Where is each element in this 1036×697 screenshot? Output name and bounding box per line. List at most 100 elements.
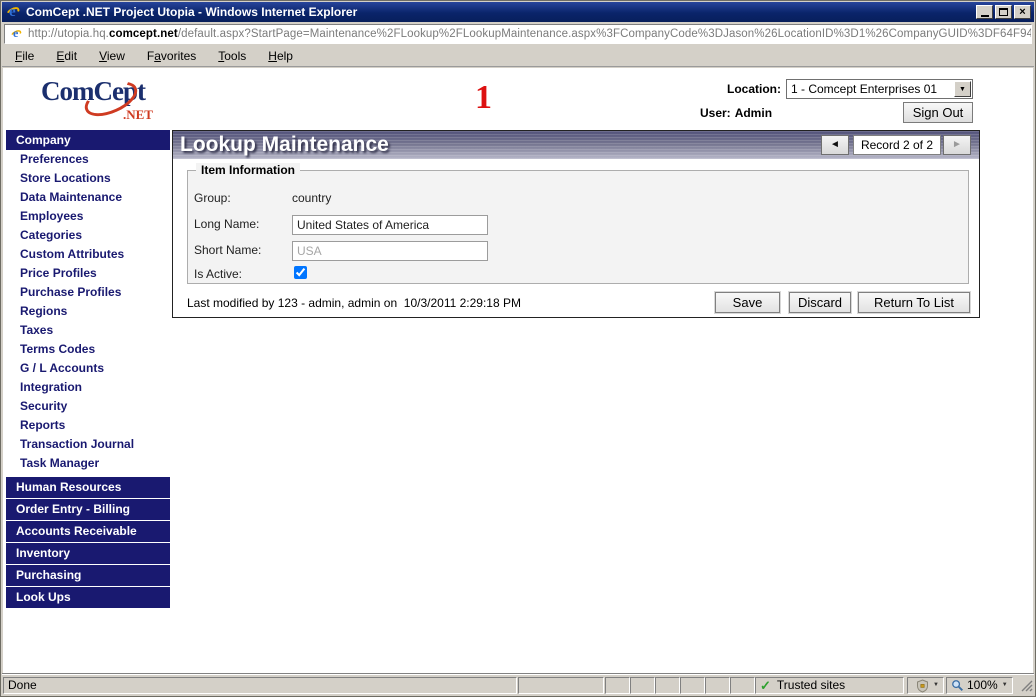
location-dropdown[interactable]: 1 - Comcept Enterprises 01 ▼ (786, 79, 973, 99)
group-label: Group: (194, 191, 231, 205)
resize-grip[interactable] (1019, 678, 1033, 692)
maximize-button[interactable] (995, 5, 1012, 19)
next-arrow-icon: ► (952, 139, 962, 150)
last-modified-text: Last modified by 123 - admin, admin on 1… (187, 296, 521, 310)
ie-e-glyph: e (13, 27, 19, 41)
save-button[interactable]: Save (715, 292, 780, 313)
minimize-button[interactable] (976, 5, 993, 19)
ie-logo-icon: e (4, 4, 22, 20)
is-active-label: Is Active: (194, 267, 243, 281)
shield-icon (917, 678, 929, 693)
red-annotation-1: 1 (475, 79, 492, 116)
location-dropdown-button[interactable]: ▼ (954, 81, 971, 97)
window-controls: × (974, 5, 1031, 19)
menu-tools[interactable]: Tools (207, 47, 257, 65)
sidebar-item-data-maintenance[interactable]: Data Maintenance (6, 188, 170, 207)
sidebar-item-custom-attributes[interactable]: Custom Attributes (6, 245, 170, 264)
sidebar-nav: Company Preferences Store Locations Data… (6, 130, 170, 609)
record-counter: Record 2 of 2 (853, 135, 941, 155)
short-name-field[interactable] (292, 241, 488, 261)
user-label: User: (700, 106, 731, 120)
status-panel (680, 677, 705, 694)
record-next-button[interactable]: ► (943, 135, 971, 155)
trusted-check-icon: ✓ (760, 678, 771, 693)
sidebar-item-security[interactable]: Security (6, 397, 170, 416)
sidebar-item-reports[interactable]: Reports (6, 416, 170, 435)
location-selected-value: 1 - Comcept Enterprises 01 (791, 82, 938, 96)
security-zone-label: Trusted sites (776, 678, 846, 692)
fieldset-legend: Item Information (196, 163, 301, 177)
maximize-icon (999, 8, 1008, 16)
menu-favorites[interactable]: Favorites (136, 47, 207, 65)
chevron-down-icon: ▼ (933, 682, 939, 688)
magnifier-icon (952, 680, 963, 691)
status-panel (630, 677, 655, 694)
menu-view[interactable]: View (88, 47, 136, 65)
sign-out-button[interactable]: Sign Out (903, 102, 973, 123)
minimize-icon (980, 15, 989, 17)
security-zone-panel: ✓ Trusted sites (755, 677, 904, 694)
comcept-logo: ComCept .NET (41, 74, 171, 124)
sidebar-section-inventory[interactable]: Inventory (6, 543, 170, 564)
sidebar-section-purchasing[interactable]: Purchasing (6, 565, 170, 586)
zoom-button[interactable]: 100% ▼ (946, 677, 1013, 694)
sidebar-item-preferences[interactable]: Preferences (6, 150, 170, 169)
url-path: /default.aspx?StartPage=Maintenance%2FLo… (177, 28, 1032, 40)
sidebar-item-purchase-profiles[interactable]: Purchase Profiles (6, 283, 170, 302)
sidebar-item-task-manager[interactable]: Task Manager (6, 454, 170, 473)
menu-file[interactable]: File (4, 47, 45, 65)
sidebar-section-look-ups[interactable]: Look Ups (6, 587, 170, 608)
status-bar: Done ✓ Trusted sites ▼ 100% ▼ (2, 674, 1034, 695)
address-bar: e http://utopia.hq.comcept.net/default.a… (2, 22, 1034, 46)
zoom-level: 100% (967, 678, 998, 692)
menu-edit[interactable]: Edit (45, 47, 88, 65)
panel-header: Lookup Maintenance ◄ Record 2 of 2 ► (173, 131, 979, 159)
menu-help[interactable]: Help (257, 47, 304, 65)
user-value: Admin (734, 106, 773, 120)
status-panel (518, 677, 604, 694)
url-prefix: http://utopia.hq. (28, 28, 109, 40)
browser-viewport: ComCept .NET 1 Location: 1 - Comcept Ent… (3, 68, 1033, 674)
sidebar-section-human-resources[interactable]: Human Resources (6, 477, 170, 498)
status-text: Done (3, 677, 517, 694)
item-information-fieldset: Item Information Group: country Long Nam… (187, 163, 969, 284)
url-domain: comcept.net (108, 28, 178, 40)
lookup-maintenance-panel: Lookup Maintenance ◄ Record 2 of 2 ► Ite… (172, 130, 980, 318)
status-panel (655, 677, 680, 694)
user-line: User: Admin (700, 106, 776, 120)
status-panel (605, 677, 630, 694)
long-name-field[interactable] (292, 215, 488, 235)
close-button[interactable]: × (1014, 5, 1031, 19)
sidebar-section-accounts-receivable[interactable]: Accounts Receivable (6, 521, 170, 542)
is-active-checkbox[interactable] (294, 266, 307, 279)
sidebar-item-categories[interactable]: Categories (6, 226, 170, 245)
sidebar-item-integration[interactable]: Integration (6, 378, 170, 397)
sidebar-item-price-profiles[interactable]: Price Profiles (6, 264, 170, 283)
ie-e-glyph: e (9, 4, 16, 20)
prev-arrow-icon: ◄ (830, 139, 840, 150)
url-input[interactable]: e http://utopia.hq.comcept.net/default.a… (4, 24, 1032, 44)
close-icon: × (1019, 5, 1026, 18)
sidebar-item-employees[interactable]: Employees (6, 207, 170, 226)
status-panel (705, 677, 730, 694)
window-title: ComCept .NET Project Utopia - Windows In… (26, 5, 358, 19)
sidebar-section-company[interactable]: Company (6, 130, 170, 150)
sidebar-item-store-locations[interactable]: Store Locations (6, 169, 170, 188)
sidebar-item-taxes[interactable]: Taxes (6, 321, 170, 340)
return-to-list-button[interactable]: Return To List (858, 292, 970, 313)
record-prev-button[interactable]: ◄ (821, 135, 849, 155)
long-name-label: Long Name: (194, 217, 260, 231)
discard-button[interactable]: Discard (789, 292, 851, 313)
sidebar-item-transaction-journal[interactable]: Transaction Journal (6, 435, 170, 454)
sidebar-section-order-entry-billing[interactable]: Order Entry - Billing (6, 499, 170, 520)
status-panel (730, 677, 755, 694)
sidebar-item-regions[interactable]: Regions (6, 302, 170, 321)
smartscreen-button[interactable]: ▼ (907, 677, 944, 694)
group-value: country (292, 191, 332, 205)
panel-footer: Last modified by 123 - admin, admin on 1… (173, 288, 979, 317)
sidebar-item-gl-accounts[interactable]: G / L Accounts (6, 359, 170, 378)
page-title: Lookup Maintenance (180, 133, 389, 156)
sidebar-item-terms-codes[interactable]: Terms Codes (6, 340, 170, 359)
logo-net-text: .NET (123, 107, 153, 122)
location-label: Location: (727, 82, 781, 96)
